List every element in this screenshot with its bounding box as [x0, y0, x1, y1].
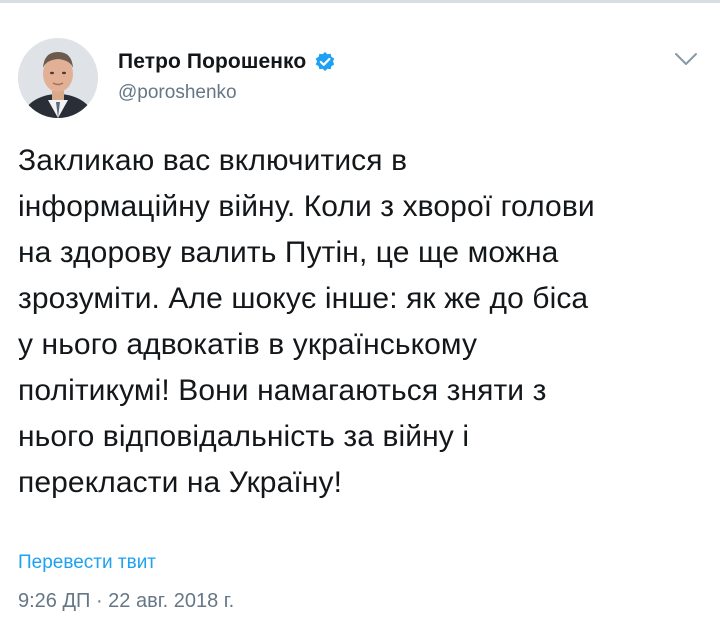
- tweet-text-line: інформаційну війну. Коли з хворої голови: [18, 190, 595, 223]
- author-name-row: Петро Порошенко: [118, 50, 336, 74]
- author-handle[interactable]: @poroshenko: [118, 82, 237, 104]
- tweet-text-line: нього відповідальність за війну і: [18, 420, 470, 453]
- tweet-text-line: політикумі! Вони намагаються зняти з: [18, 374, 547, 407]
- tweet-text-line: на здорову валить Путін, це ще можна: [18, 236, 559, 269]
- tweet-text: Закликаю вас включитися в інформаційну в…: [18, 138, 708, 506]
- avatar-photo: [18, 38, 98, 118]
- translate-tweet-link[interactable]: Перевести твит: [18, 552, 156, 574]
- divider: [0, 0, 720, 3]
- avatar[interactable]: [18, 38, 98, 118]
- verified-badge-icon: [314, 51, 336, 73]
- tweet-timestamp[interactable]: 9:26 ДП · 22 авг. 2018 г.: [18, 590, 234, 613]
- tweet-text-line: Закликаю вас включитися в: [18, 144, 408, 177]
- chevron-down-icon[interactable]: [668, 46, 704, 72]
- tweet-card: Петро Порошенко @poroshenko Закликаю вас…: [0, 0, 720, 619]
- tweet-text-line: зрозуміти. Але шокує інше: як же до біса: [18, 282, 589, 315]
- tweet-text-line: перекласти на Україну!: [18, 466, 343, 499]
- tweet-text-line: у нього адвокатів в українському: [18, 328, 478, 361]
- author-name[interactable]: Петро Порошенко: [118, 50, 306, 74]
